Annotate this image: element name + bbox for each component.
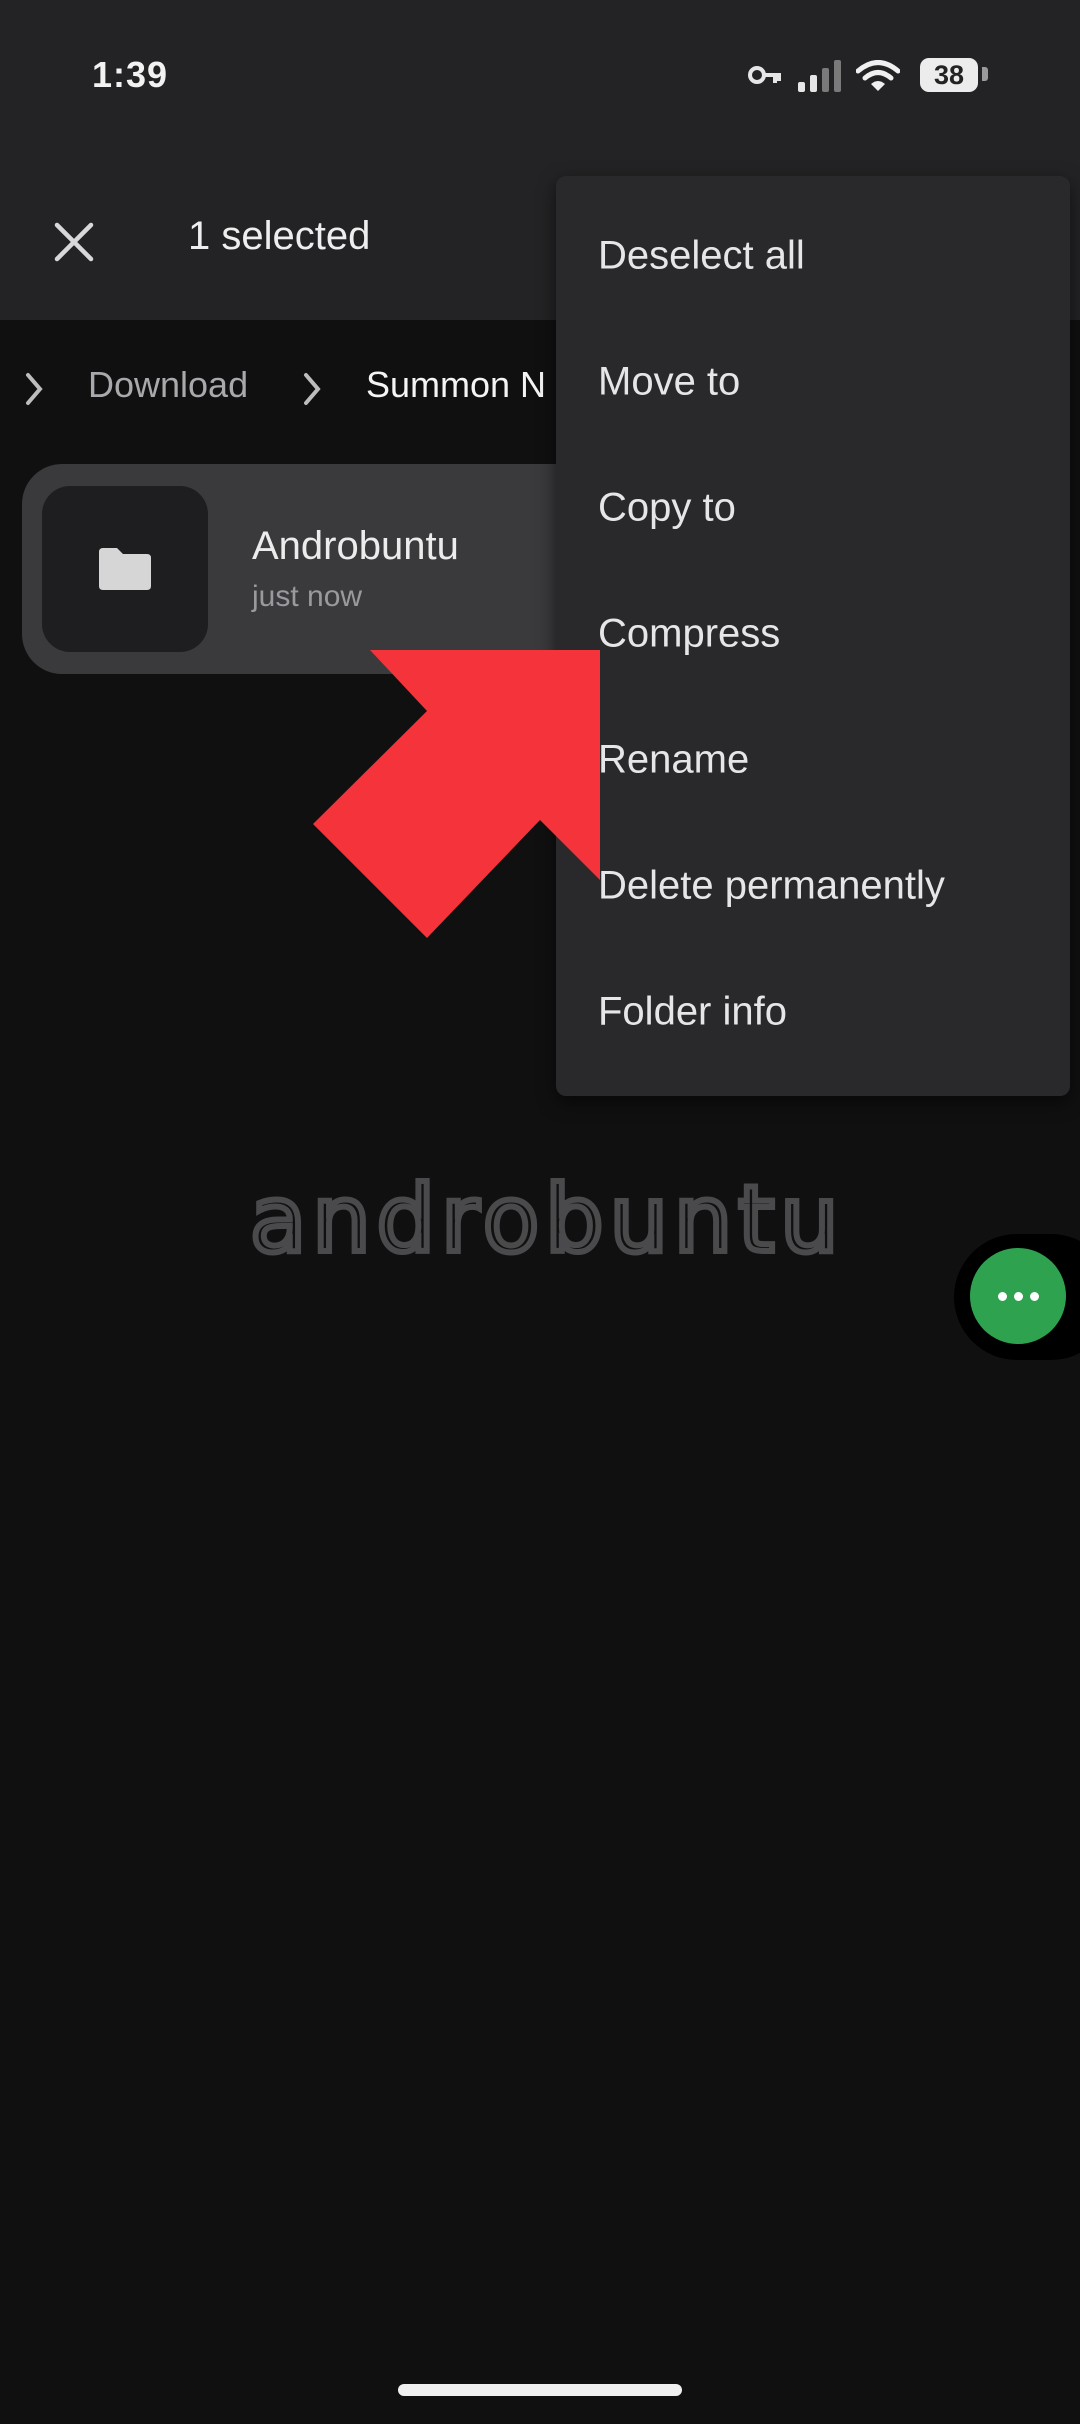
vpn-key-icon xyxy=(748,66,781,84)
menu-item-label: Folder info xyxy=(598,989,787,1034)
folder-thumbnail xyxy=(42,486,208,652)
menu-item-delete-permanently[interactable]: Delete permanently xyxy=(556,823,1070,949)
close-icon xyxy=(54,222,94,262)
signal-icon xyxy=(798,60,841,92)
menu-item-move-to[interactable]: Move to xyxy=(556,319,1070,445)
chevron-right-icon xyxy=(304,373,321,405)
wifi-icon xyxy=(856,60,900,91)
close-button[interactable] xyxy=(34,202,114,282)
more-dot xyxy=(1029,1291,1039,1301)
more-button[interactable] xyxy=(970,1248,1066,1344)
status-bar: 1:39 38 xyxy=(0,0,1080,150)
folder-icon xyxy=(99,548,151,590)
status-icons: 38 xyxy=(744,56,994,98)
chevron-right-icon xyxy=(26,373,43,405)
breadcrumb-item-current[interactable]: Summon N xyxy=(366,364,546,406)
screen: 1:39 38 1 selected Download Summon N And… xyxy=(0,0,1080,2424)
menu-item-label: Compress xyxy=(598,611,781,656)
battery-nub xyxy=(982,67,988,81)
battery-icon: 38 xyxy=(920,58,978,92)
menu-item-label: Copy to xyxy=(598,485,736,530)
menu-item-deselect-all[interactable]: Deselect all xyxy=(556,193,1070,319)
watermark-logo: androbuntu xyxy=(247,1163,845,1276)
menu-item-copy-to[interactable]: Copy to xyxy=(556,445,1070,571)
menu-item-label: Delete permanently xyxy=(598,863,945,908)
file-modified: just now xyxy=(252,580,363,613)
menu-item-compress[interactable]: Compress xyxy=(556,571,1070,697)
menu-item-label: Move to xyxy=(598,359,741,404)
file-name: Androbuntu xyxy=(252,524,459,568)
more-dots-icon xyxy=(997,1291,1007,1301)
red-arrow-annotation xyxy=(313,650,600,938)
status-time: 1:39 xyxy=(92,54,169,95)
menu-item-rename[interactable]: Rename xyxy=(556,697,1070,823)
menu-item-folder-info[interactable]: Folder info xyxy=(556,949,1070,1075)
menu-item-label: Rename xyxy=(598,737,750,782)
context-menu: Deselect all Move to Copy to Compress Renam… xyxy=(556,176,1070,1096)
more-dot xyxy=(1013,1291,1023,1301)
battery-level: 38 xyxy=(933,60,965,90)
menu-item-label: Deselect all xyxy=(598,233,805,278)
selection-count-title: 1 selected xyxy=(188,214,371,258)
breadcrumb-item-download[interactable]: Download xyxy=(88,364,248,406)
home-indicator[interactable] xyxy=(398,2384,682,2396)
